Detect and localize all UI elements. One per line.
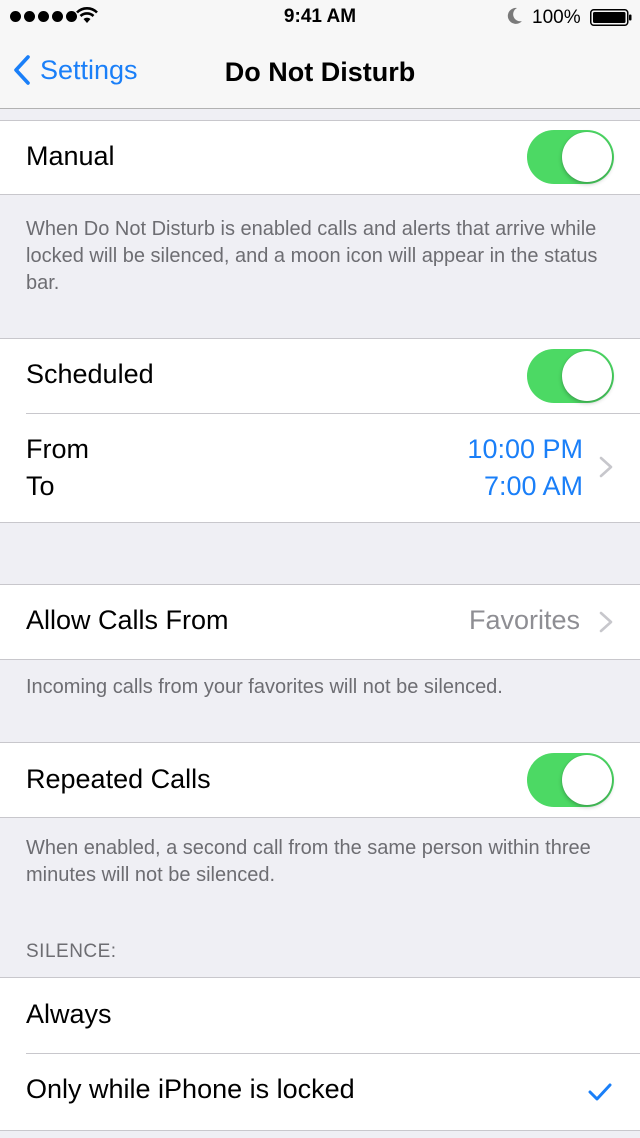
repeated-calls-row: Repeated Calls bbox=[0, 742, 640, 818]
battery-icon bbox=[590, 9, 632, 26]
chevron-right-icon bbox=[599, 456, 613, 478]
repeated-calls-label: Repeated Calls bbox=[26, 764, 211, 794]
silence-section-header: SILENCE: bbox=[26, 941, 117, 962]
manual-toggle[interactable] bbox=[527, 130, 614, 184]
repeated-calls-toggle[interactable] bbox=[527, 753, 614, 807]
manual-row: Manual bbox=[0, 120, 640, 195]
silence-group: Always Only while iPhone is locked bbox=[0, 977, 640, 1131]
to-time-value: 7:00 AM bbox=[483, 471, 583, 501]
manual-label: Manual bbox=[26, 141, 115, 171]
repeated-calls-footer: When enabled, a second call from the sam… bbox=[26, 837, 591, 886]
from-label: From bbox=[26, 434, 89, 464]
allow-calls-from-row[interactable]: Allow Calls From Favorites bbox=[0, 584, 640, 660]
page-title: Do Not Disturb bbox=[224, 57, 416, 87]
scheduled-group: Scheduled From To 10:00 PM 7:00 AM bbox=[0, 338, 640, 523]
schedule-time-row[interactable]: From To 10:00 PM 7:00 AM bbox=[0, 414, 640, 523]
silence-option-always[interactable]: Always bbox=[0, 978, 640, 1053]
scheduled-label: Scheduled bbox=[26, 359, 154, 389]
checkmark-icon bbox=[588, 1083, 612, 1101]
moon-icon bbox=[507, 7, 522, 24]
allow-calls-from-label: Allow Calls From bbox=[26, 605, 229, 635]
from-time-value: 10:00 PM bbox=[467, 434, 583, 464]
silence-option-label: Only while iPhone is locked bbox=[26, 1074, 355, 1104]
silence-option-label: Always bbox=[26, 999, 112, 1029]
scheduled-toggle[interactable] bbox=[527, 349, 614, 403]
silence-option-only-while-locked[interactable]: Only while iPhone is locked bbox=[0, 1054, 640, 1130]
chevron-right-icon bbox=[599, 611, 613, 633]
allow-calls-footer: Incoming calls from your favorites will … bbox=[26, 676, 503, 698]
allow-calls-from-value: Favorites bbox=[468, 605, 580, 635]
battery-percentage: 100% bbox=[532, 7, 581, 28]
manual-footer: When Do Not Disturb is enabled calls and… bbox=[26, 218, 598, 294]
to-label: To bbox=[26, 471, 55, 501]
